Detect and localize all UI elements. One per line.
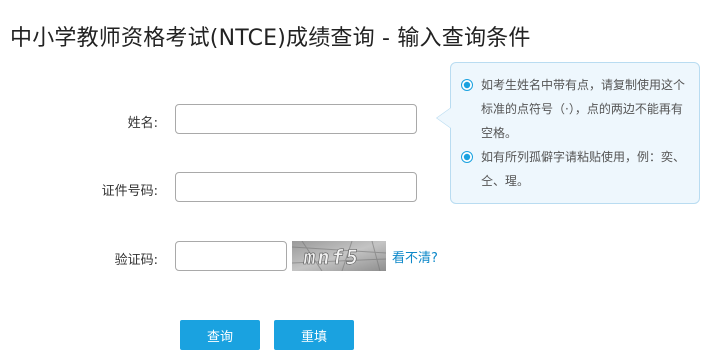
id-number-label: 证件号码: bbox=[101, 184, 158, 199]
name-label: 姓名: bbox=[127, 116, 158, 131]
page-title: 中小学教师资格考试(NTCE)成绩查询 - 输入查询条件 bbox=[10, 26, 531, 51]
captcha-glyphs: mnf5 bbox=[302, 245, 361, 269]
captcha-input[interactable] bbox=[175, 241, 287, 271]
tip-text: 如有所列孤僻字请粘贴使用，例：奕、仝、瑆。 bbox=[481, 150, 686, 188]
tip-dot-symbol: 如考生姓名中带有点，请复制使用这个标准的点符号（·），点的两边不能再有空格。 bbox=[461, 73, 693, 145]
search-button[interactable]: 查询 bbox=[180, 320, 260, 350]
captcha-refresh-link[interactable]: 看不清? bbox=[392, 247, 438, 266]
captcha-label: 验证码: bbox=[114, 253, 158, 268]
reset-button[interactable]: 重填 bbox=[274, 320, 354, 350]
tip-rare-characters: 如有所列孤僻字请粘贴使用，例：奕、仝、瑆。 bbox=[461, 145, 693, 193]
name-input[interactable] bbox=[175, 104, 417, 134]
bullet-icon bbox=[461, 151, 473, 163]
tip-text: 如考生姓名中带有点，请复制使用这个标准的点符号（·），点的两边不能再有空格。 bbox=[481, 78, 686, 140]
id-number-input[interactable] bbox=[175, 172, 417, 202]
tooltip-arrow-fill bbox=[437, 108, 451, 128]
bullet-icon bbox=[461, 79, 473, 91]
help-tooltip: 如考生姓名中带有点，请复制使用这个标准的点符号（·），点的两边不能再有空格。 如… bbox=[450, 62, 700, 204]
captcha-image[interactable]: mnf5 bbox=[292, 241, 386, 271]
